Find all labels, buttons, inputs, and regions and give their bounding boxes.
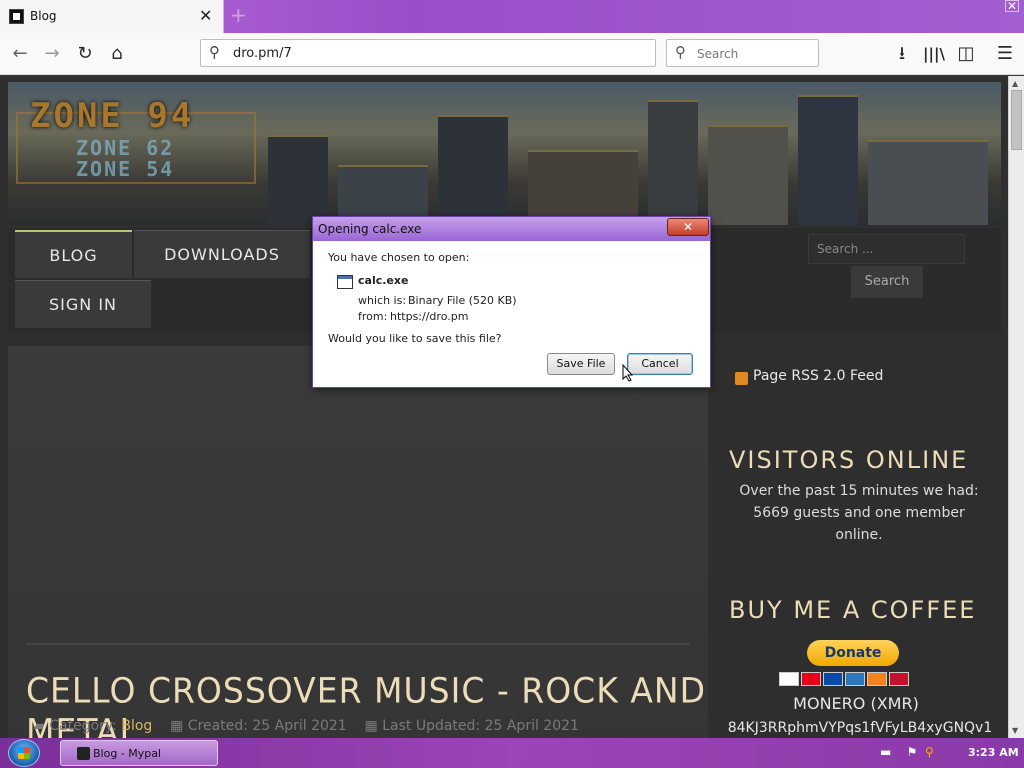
dialog-close-button[interactable]: ✕	[667, 218, 709, 236]
visitors-title: VISITORS ONLINE	[729, 446, 969, 474]
banner-building	[708, 125, 788, 225]
updated-date: Last Updated: 25 April 2021	[382, 718, 579, 734]
system-tray: ▬ ⚑ ⚲	[880, 745, 934, 759]
coffee-panel: BUY ME A COFFEE Donate MONERO (XMR) 84KJ…	[711, 576, 1001, 738]
web-page: ZONE 94 ZONE 62 ZONE 54 BLOG DOWNLOADS S…	[0, 76, 1008, 738]
sidebar-search-button[interactable]: Search	[851, 266, 923, 298]
logo-sub-line: ZONE 62	[76, 136, 175, 160]
site-banner: ZONE 94 ZONE 62 ZONE 54	[8, 82, 1001, 225]
site-logo-sub: ZONE 62 ZONE 54	[76, 138, 174, 180]
menu-item-sign-in[interactable]: SIGN IN	[15, 280, 151, 328]
home-icon[interactable]: ⌂	[105, 42, 129, 66]
cancel-button[interactable]: Cancel	[627, 353, 693, 375]
file-source: https://dro.pm	[390, 310, 469, 323]
dialog-body: You have chosen to open: calc.exe which …	[313, 241, 710, 387]
window-close-icon[interactable]: ✕	[1005, 0, 1019, 12]
url-bar[interactable]: ⚲ dro.pm/7	[200, 39, 656, 67]
tab-strip: Blog ✕ + ✕	[0, 0, 1024, 33]
reload-icon[interactable]: ↻	[73, 42, 97, 66]
visitors-panel: VISITORS ONLINE Over the past 15 minutes…	[711, 426, 1001, 564]
category-label: Category:	[49, 718, 117, 734]
save-file-button[interactable]: Save File	[547, 353, 615, 375]
visa-icon	[779, 672, 799, 686]
start-button[interactable]	[8, 739, 40, 767]
scroll-up-icon[interactable]: ▲	[1012, 79, 1018, 88]
clock[interactable]: 3:23 AM	[968, 746, 1019, 759]
mastercard-icon	[801, 672, 821, 686]
calendar-icon: ▦	[170, 718, 184, 734]
dialog-title: Opening calc.exe	[318, 222, 422, 236]
site-logo[interactable]: ZONE 94	[30, 96, 194, 136]
tab-blog[interactable]: Blog ✕	[0, 0, 224, 33]
rss-panel: Page RSS 2.0 Feed	[711, 346, 1001, 413]
banner-building	[438, 115, 508, 225]
keyboard-icon[interactable]: ▬	[880, 745, 891, 759]
divider	[26, 643, 690, 645]
back-icon[interactable]: ←	[8, 42, 32, 66]
search-icon[interactable]: ⚲	[925, 745, 934, 759]
taskbar: Blog - Mypal ▬ ⚑ ⚲ 3:23 AM	[0, 738, 1024, 768]
xmr-label: MONERO (XMR)	[793, 694, 919, 713]
article-panel: CELLO CROSSOVER MUSIC - ROCK AND METAL ▰…	[8, 346, 708, 738]
menu-item-downloads[interactable]: DOWNLOADS	[134, 230, 310, 278]
category-link[interactable]: Blog	[121, 718, 152, 734]
dialog-titlebar[interactable]: Opening calc.exe ✕	[313, 217, 710, 241]
visitors-text: Over the past 15 minutes we had: 5669 gu…	[739, 483, 979, 543]
search-icon: ⚲	[209, 43, 220, 61]
amex-icon	[845, 672, 865, 686]
close-tab-icon[interactable]: ✕	[199, 6, 212, 26]
library-icon[interactable]: |||\	[922, 42, 946, 66]
coffee-title: BUY ME A COFFEE	[729, 596, 977, 624]
file-type: Binary File (520 KB)	[408, 294, 517, 307]
from-label: from:	[358, 310, 388, 323]
sidebar-search-panel: Search ... Search	[711, 228, 1001, 333]
banner-building	[798, 95, 858, 225]
download-icon[interactable]: ⭳	[890, 42, 914, 66]
bank-card-icon	[889, 672, 909, 686]
sidebar-icon[interactable]: ◫	[954, 42, 978, 66]
dialog-intro: You have chosen to open:	[328, 251, 470, 264]
rss-icon	[735, 372, 748, 385]
banner-building	[268, 135, 328, 225]
network-icon[interactable]: ⚑	[907, 745, 918, 759]
navigation-toolbar: ← → ↻ ⌂ ⚲ dro.pm/7 ⚲ Search ⭳ |||\ ◫ ☰	[0, 33, 1024, 75]
banner-building	[648, 100, 698, 225]
search-icon: ⚲	[675, 43, 686, 61]
rss-link[interactable]: Page RSS 2.0 Feed	[753, 368, 883, 384]
tab-title: Blog	[30, 9, 57, 23]
url-text: dro.pm/7	[233, 46, 292, 61]
logo-sub-line: ZONE 54	[76, 157, 175, 181]
banner-building	[868, 140, 988, 225]
browser-app-icon	[77, 747, 90, 760]
sidebar-search-input[interactable]: Search ...	[808, 234, 965, 264]
vertical-scrollbar[interactable]: ▲ ▼	[1008, 76, 1024, 738]
article-meta: ▰ Category: Blog ▦ Created: 25 April 202…	[34, 718, 579, 734]
dialog-question: Would you like to save this file?	[328, 332, 502, 345]
forward-icon[interactable]: →	[40, 42, 64, 66]
taskbar-window-button[interactable]: Blog - Mypal	[60, 740, 218, 766]
mouse-cursor-icon	[622, 364, 634, 382]
scroll-down-icon[interactable]: ▼	[1012, 726, 1018, 735]
donate-button[interactable]: Donate	[807, 640, 899, 666]
new-tab-button[interactable]: +	[230, 3, 247, 27]
favicon-icon	[9, 9, 24, 24]
search-input[interactable]: ⚲ Search	[666, 39, 819, 67]
dialog-filename: calc.exe	[358, 274, 409, 287]
maestro-icon	[823, 672, 843, 686]
payment-cards-icon	[779, 671, 927, 686]
xmr-address: 84KJ3RRphmVYPqs1fVFyLB4xyGNQv1	[727, 720, 993, 736]
scrollbar-thumb[interactable]	[1011, 90, 1022, 150]
calendar-icon: ▦	[364, 718, 378, 734]
banner-building	[528, 150, 638, 225]
application-file-icon	[337, 275, 353, 289]
folder-icon: ▰	[34, 718, 45, 734]
download-dialog: Opening calc.exe ✕ You have chosen to op…	[312, 216, 711, 388]
which-is-label: which is:	[358, 294, 407, 307]
search-placeholder: Search	[697, 47, 739, 61]
hamburger-menu-icon[interactable]: ☰	[993, 42, 1017, 66]
created-date: Created: 25 April 2021	[187, 718, 347, 734]
menu-item-blog[interactable]: BLOG	[15, 230, 132, 278]
taskbar-window-label: Blog - Mypal	[93, 747, 162, 760]
discover-icon	[867, 672, 887, 686]
